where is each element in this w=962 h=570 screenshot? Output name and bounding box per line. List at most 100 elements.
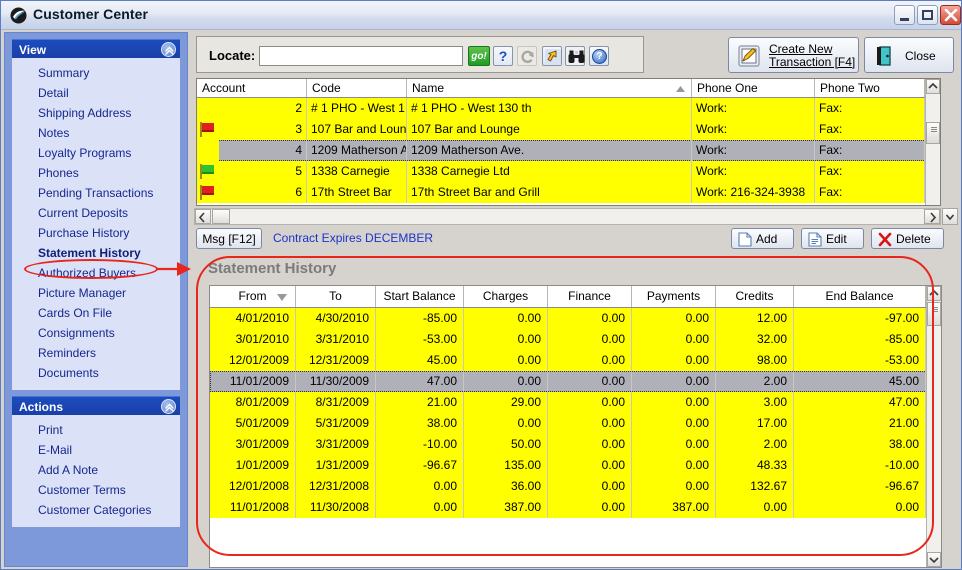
cell-from: 12/01/2009 (210, 350, 296, 371)
edit-button[interactable]: Edit (801, 228, 864, 249)
table-row[interactable]: 8/01/2009 8/31/2009 21.00 29.00 0.00 0.00 3.00… (210, 392, 941, 413)
table-row[interactable]: 4/01/2010 4/30/2010 -85.00 0.00 0.00 0.00 12.0… (210, 308, 941, 329)
help-button[interactable]: ? (589, 46, 609, 66)
delete-button[interactable]: Delete (871, 228, 944, 249)
statement-history-scrollbar[interactable] (926, 286, 941, 567)
maximize-button[interactable] (917, 5, 938, 25)
hscrollbar-thumb[interactable] (212, 209, 230, 224)
sidebar: View Summary Detail Shipping Address Not… (4, 32, 188, 567)
column-header-start-balance[interactable]: Start Balance (376, 286, 464, 307)
column-header-payments[interactable]: Payments (632, 286, 716, 307)
sidebar-item-phones[interactable]: Phones (12, 163, 180, 183)
add-button[interactable]: Add (731, 228, 794, 249)
sidebar-item-current-deposits[interactable]: Current Deposits (12, 203, 180, 223)
customer-grid-scrollbar[interactable] (925, 79, 940, 205)
scrollbar-thumb[interactable] (927, 302, 941, 326)
statement-history-header: From To Start Balance Charges Finance Pa… (210, 286, 941, 308)
go-button[interactable]: go! (468, 46, 490, 66)
scroll-down-button[interactable] (942, 208, 958, 225)
close-button[interactable]: Close (864, 37, 954, 73)
sidebar-item-picture-manager[interactable]: Picture Manager (12, 283, 180, 303)
sidebar-item-add-a-note[interactable]: Add A Note (12, 460, 180, 480)
cell-from: 11/01/2008 (210, 497, 296, 518)
column-header-phone-one[interactable]: Phone One (692, 79, 815, 97)
table-row[interactable]: 1/01/2009 1/31/2009 -96.67 135.00 0.00 0.00 48… (210, 455, 941, 476)
column-header-name[interactable]: Name (407, 79, 692, 97)
sidebar-item-reminders[interactable]: Reminders (12, 343, 180, 363)
refresh-button[interactable] (517, 46, 537, 66)
sidebar-item-purchase-history[interactable]: Purchase History (12, 223, 180, 243)
sidebar-item-shipping-address[interactable]: Shipping Address (12, 103, 180, 123)
window-close-button[interactable] (940, 5, 961, 25)
minimize-button[interactable] (894, 5, 915, 25)
app-logo-icon (10, 7, 27, 24)
cell-from: 1/01/2009 (210, 455, 296, 476)
cell-payments: 0.00 (632, 476, 716, 497)
table-row[interactable]: 11/01/2009 11/30/2009 47.00 0.00 0.00 0.00 2.0… (210, 371, 941, 392)
sidebar-item-email[interactable]: E-Mail (12, 440, 180, 460)
column-header-charges[interactable]: Charges (464, 286, 548, 307)
column-header-finance[interactable]: Finance (548, 286, 632, 307)
table-row[interactable]: 3/01/2009 3/31/2009 -10.00 50.00 0.00 0.00 2.0… (210, 434, 941, 455)
column-header-credits[interactable]: Credits (716, 286, 794, 307)
sidebar-item-consignments[interactable]: Consignments (12, 323, 180, 343)
sidebar-item-customer-categories[interactable]: Customer Categories (12, 500, 180, 520)
create-new-transaction-button[interactable]: Create New Transaction [F4] (728, 37, 859, 73)
sidebar-item-notes[interactable]: Notes (12, 123, 180, 143)
cell-to: 12/31/2009 (296, 350, 376, 371)
customer-grid[interactable]: Account Code Name Phone One Phone Two 2 … (196, 78, 941, 206)
column-header-phone-two[interactable]: Phone Two (815, 79, 925, 97)
scroll-down-button[interactable] (927, 552, 941, 567)
sidebar-item-summary[interactable]: Summary (12, 63, 180, 83)
table-row[interactable]: 3/01/2010 3/31/2010 -53.00 0.00 0.00 0.00 32.0… (210, 329, 941, 350)
table-row[interactable]: 12/01/2009 12/31/2009 45.00 0.00 0.00 0.00 98.… (210, 350, 941, 371)
scrollbar-thumb[interactable] (926, 122, 940, 144)
cell-charges: 50.00 (464, 434, 548, 455)
column-header-account[interactable]: Account (197, 79, 307, 97)
column-header-to[interactable]: To (296, 286, 376, 307)
sidebar-item-print[interactable]: Print (12, 420, 180, 440)
cell-code: 17th Street Bar (307, 182, 407, 203)
chevron-up-icon[interactable] (161, 42, 176, 57)
statement-history-grid[interactable]: From To Start Balance Charges Finance Pa… (209, 285, 942, 568)
sidebar-section-actions: Actions Print E-Mail Add A Note Customer… (12, 396, 180, 527)
column-header-code[interactable]: Code (307, 79, 407, 97)
sidebar-section-view-header[interactable]: View (12, 39, 180, 58)
scroll-up-button[interactable] (926, 79, 940, 94)
table-row[interactable]: 2 # 1 PHO - West 1 # 1 PHO - West 130 th… (197, 98, 940, 119)
sidebar-item-pending-transactions[interactable]: Pending Transactions (12, 183, 180, 203)
cell-end-balance: 0.00 (794, 497, 926, 518)
column-header-from[interactable]: From (210, 286, 296, 307)
scroll-right-button[interactable] (924, 209, 940, 224)
table-row[interactable]: 4 1209 Matherson A 1209 Matherson Ave. W… (197, 140, 940, 161)
sidebar-item-cards-on-file[interactable]: Cards On File (12, 303, 180, 323)
scroll-left-button[interactable] (195, 209, 211, 224)
cell-credits: 48.33 (716, 455, 794, 476)
customer-grid-hscrollbar[interactable] (194, 208, 941, 225)
cell-code: 1338 Carnegie (307, 161, 407, 182)
sidebar-item-detail[interactable]: Detail (12, 83, 180, 103)
sidebar-item-statement-history[interactable]: Statement History (12, 243, 180, 263)
sidebar-item-authorized-buyers[interactable]: Authorized Buyers (12, 263, 180, 283)
query-help-button[interactable]: ? (493, 46, 513, 66)
chevron-up-icon[interactable] (161, 399, 176, 414)
sidebar-section-actions-header[interactable]: Actions (12, 396, 180, 415)
table-row[interactable]: 5/01/2009 5/31/2009 38.00 0.00 0.00 0.00 17.00… (210, 413, 941, 434)
table-row[interactable]: 11/01/2008 11/30/2008 0.00 387.00 0.00 387.00… (210, 497, 941, 518)
sidebar-item-customer-terms[interactable]: Customer Terms (12, 480, 180, 500)
table-row[interactable]: 12/01/2008 12/31/2008 0.00 36.00 0.00 0.00 132… (210, 476, 941, 497)
find-button[interactable] (565, 46, 585, 66)
table-row[interactable]: 3 107 Bar and Loun 107 Bar and Lounge Wo… (197, 119, 940, 140)
msg-button[interactable]: Msg [F12] (196, 228, 262, 249)
table-row[interactable]: 5 1338 Carnegie 1338 Carnegie Ltd Work: … (197, 161, 940, 182)
jump-button[interactable] (542, 46, 562, 66)
scroll-up-button[interactable] (927, 286, 941, 301)
sidebar-item-loyalty-programs[interactable]: Loyalty Programs (12, 143, 180, 163)
locate-input[interactable] (259, 46, 463, 66)
table-row[interactable]: 6 17th Street Bar 17th Street Bar and Gr… (197, 182, 940, 203)
sort-ascending-icon (676, 86, 685, 92)
sidebar-item-documents[interactable]: Documents (12, 363, 180, 383)
cell-name: # 1 PHO - West 130 th (407, 98, 692, 119)
column-header-end-balance[interactable]: End Balance (794, 286, 926, 307)
cell-from: 12/01/2008 (210, 476, 296, 497)
